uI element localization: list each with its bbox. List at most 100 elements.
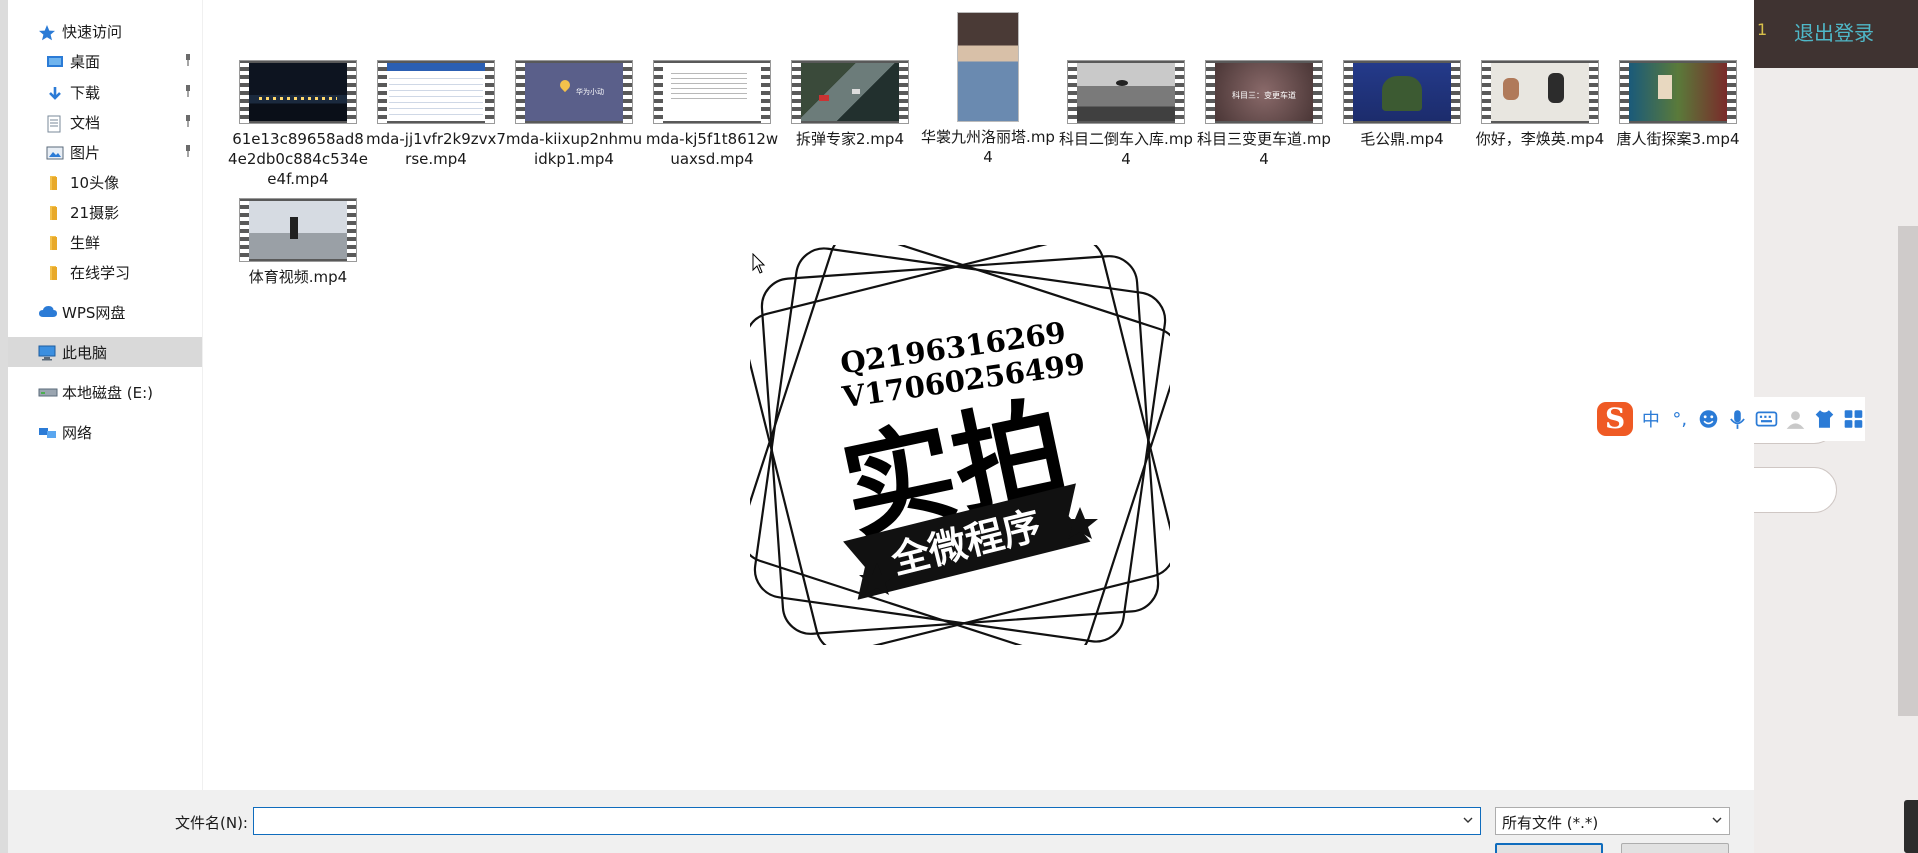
thumb-text: 科目三：变更车道	[1232, 91, 1296, 101]
sidebar-item-在线学习[interactable]: 在线学习	[8, 257, 202, 287]
cancel-button[interactable]	[1621, 843, 1729, 853]
video-thumbnail	[1343, 60, 1461, 124]
star-icon	[38, 24, 56, 40]
file-item[interactable]: 科目三：变更车道科目三变更车道.mp4	[1194, 60, 1334, 169]
filetype-chevron-down-icon[interactable]	[1710, 813, 1724, 827]
file-item[interactable]: 毛公鼎.mp4	[1332, 60, 1472, 149]
pin-icon	[186, 54, 190, 66]
ime-punctuation-toggle[interactable]: °,	[1668, 409, 1691, 430]
sidebar-item-label: 在线学习	[70, 263, 131, 282]
toolbox-grid-icon[interactable]	[1842, 408, 1865, 430]
file-name: 你好，李焕英.mp4	[1475, 130, 1605, 148]
folder-icon	[46, 265, 64, 280]
filename-input[interactable]	[253, 807, 1481, 835]
sidebar-item-label: 此电脑	[62, 343, 108, 362]
file-item[interactable]: 唐人街探案3.mp4	[1608, 60, 1748, 149]
sogou-logo-icon[interactable]: S	[1597, 402, 1634, 436]
file-name: 科目二倒车入库.mp4	[1059, 130, 1193, 168]
sidebar-item-10头像[interactable]: 10头像	[8, 167, 202, 197]
ime-language-toggle[interactable]: 中	[1639, 406, 1662, 432]
computer-icon	[38, 345, 56, 360]
background-side-tab[interactable]	[1904, 800, 1918, 853]
sidebar-item-label: WPS网盘	[62, 303, 126, 322]
filename-label: 文件名(N):	[175, 814, 248, 832]
video-thumbnail	[1067, 60, 1185, 124]
sidebar-item-图片[interactable]: 图片	[8, 137, 202, 167]
video-thumbnail: 科目三：变更车道	[1205, 60, 1323, 124]
sidebar-item-label: 网络	[62, 423, 93, 442]
network-icon	[38, 425, 56, 440]
mouse-cursor-icon	[752, 253, 766, 274]
sidebar-item-此电脑[interactable]: 此电脑	[8, 337, 202, 367]
video-thumbnail	[239, 60, 357, 124]
file-item[interactable]: mda-jj1vfr2k9zvx7rse.mp4	[366, 60, 506, 169]
keyboard-icon[interactable]	[1755, 408, 1778, 430]
sidebar-item-WPS网盘[interactable]: WPS网盘	[8, 297, 202, 327]
background-scrollbar[interactable]	[1898, 226, 1918, 716]
video-thumbnail	[239, 198, 357, 262]
sidebar-item-label: 生鲜	[70, 233, 101, 252]
document-icon	[46, 115, 64, 132]
sidebar-item-label: 图片	[70, 143, 101, 162]
cloud-icon	[38, 305, 57, 320]
sidebar-item-下载[interactable]: 下载	[8, 77, 202, 107]
sidebar-item-label: 快速访问	[62, 22, 123, 41]
video-thumbnail	[1619, 60, 1737, 124]
microphone-icon[interactable]	[1726, 408, 1749, 430]
folder-icon	[46, 235, 64, 250]
picture-icon	[46, 145, 64, 160]
file-item[interactable]: 华裳九州洛丽塔.mp4	[918, 12, 1058, 167]
sidebar-item-label: 21摄影	[70, 203, 120, 222]
watermark-stamp: Q2196316269 V17060256499 实拍 全微程序	[750, 245, 1170, 645]
sidebar-item-本地磁盘-E-[interactable]: 本地磁盘 (E:)	[8, 377, 202, 407]
sidebar-item-桌面[interactable]: 桌面	[8, 46, 202, 76]
skin-shirt-icon[interactable]	[1813, 408, 1836, 430]
sidebar-item-网络[interactable]: 网络	[8, 417, 202, 447]
video-thumbnail	[957, 12, 1019, 122]
emoji-icon[interactable]	[1697, 408, 1720, 430]
filename-dropdown-chevron-icon[interactable]	[1461, 813, 1475, 827]
drive-icon	[38, 385, 58, 400]
pane-divider[interactable]	[202, 0, 203, 790]
desktop-icon	[46, 54, 64, 69]
file-name: 毛公鼎.mp4	[1360, 130, 1444, 148]
sidebar-item-label: 文档	[70, 113, 101, 132]
sidebar-item-21摄影[interactable]: 21摄影	[8, 197, 202, 227]
user-icon[interactable]	[1784, 408, 1807, 430]
file-name: 拆弹专家2.mp4	[796, 130, 904, 148]
video-thumbnail: 华为小动	[515, 60, 633, 124]
logout-link[interactable]: 退出登录	[1794, 17, 1874, 46]
sidebar-item-快速访问[interactable]: 快速访问	[8, 16, 202, 46]
file-name: mda-kj5f1t8612wuaxsd.mp4	[645, 130, 779, 168]
video-thumbnail	[1481, 60, 1599, 124]
file-item[interactable]: 61e13c89658ad84e2db0c884c534ee4f.mp4	[228, 60, 368, 189]
ime-toolbar: S 中 °,	[1593, 397, 1865, 441]
file-name: mda-kiixup2nhmuidkp1.mp4	[505, 130, 643, 168]
file-name: 华裳九州洛丽塔.mp4	[921, 128, 1055, 166]
thumb-text: 华为小动	[575, 87, 604, 96]
pin-icon	[186, 85, 190, 97]
open-button[interactable]	[1495, 843, 1603, 853]
filetype-select[interactable]: 所有文件 (*.*)	[1495, 807, 1730, 835]
file-item[interactable]: mda-kj5f1t8612wuaxsd.mp4	[642, 60, 782, 169]
file-item[interactable]: 体育视频.mp4	[228, 198, 368, 287]
video-thumbnail	[653, 60, 771, 124]
sidebar-item-文档[interactable]: 文档	[8, 107, 202, 137]
file-name: 唐人街探案3.mp4	[1616, 130, 1740, 148]
file-item[interactable]: 你好，李焕英.mp4	[1470, 60, 1610, 149]
file-item[interactable]: 科目二倒车入库.mp4	[1056, 60, 1196, 169]
file-name: mda-jj1vfr2k9zvx7rse.mp4	[366, 130, 506, 168]
file-name: 科目三变更车道.mp4	[1197, 130, 1331, 168]
folder-icon	[46, 175, 64, 190]
sidebar-item-label: 桌面	[70, 52, 101, 71]
file-item[interactable]: 华为小动 mda-kiixup2nhmuidkp1.mp4	[504, 60, 644, 169]
download-icon	[46, 85, 64, 100]
pin-icon	[186, 145, 190, 157]
video-thumbnail	[377, 60, 495, 124]
sidebar-item-label: 下载	[70, 83, 101, 102]
sidebar-item-生鲜[interactable]: 生鲜	[8, 227, 202, 257]
video-thumbnail	[791, 60, 909, 124]
folder-icon	[46, 205, 64, 220]
sidebar-item-label: 本地磁盘 (E:)	[62, 383, 154, 402]
file-item[interactable]: 拆弹专家2.mp4	[780, 60, 920, 149]
